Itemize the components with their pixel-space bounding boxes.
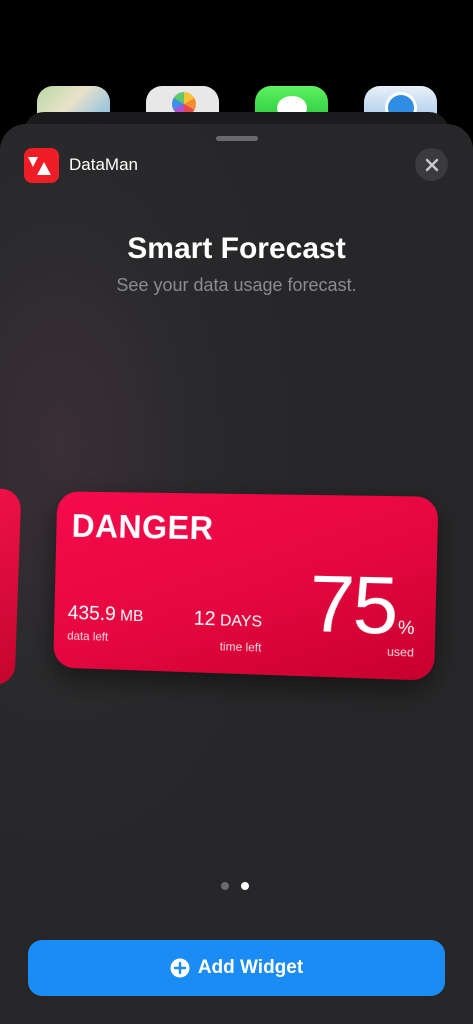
- time-left-label: time left: [193, 639, 262, 655]
- data-left-label: data left: [67, 629, 143, 645]
- previous-widget-preview[interactable]: [0, 487, 21, 686]
- page-dot-1[interactable]: [221, 882, 229, 890]
- add-widget-label: Add Widget: [198, 957, 303, 979]
- time-left-value: 12: [193, 608, 215, 631]
- app-header: DataMan: [24, 148, 138, 182]
- dataman-logo-icon: [24, 148, 59, 183]
- used-percent-sign: %: [398, 617, 415, 639]
- sheet-grabber[interactable]: [216, 136, 258, 141]
- time-left-unit: DAYS: [220, 612, 263, 630]
- widget-description: See your data usage forecast.: [0, 275, 473, 296]
- page-indicator[interactable]: [221, 882, 249, 890]
- used-percent-block: 75 % used: [308, 568, 416, 660]
- used-percent-value: 75: [309, 568, 398, 643]
- usage-status: DANGER: [71, 507, 214, 547]
- widget-title: Smart Forecast: [0, 232, 473, 266]
- widget-gallery-sheet: DataMan Smart Forecast See your data usa…: [0, 124, 473, 1024]
- page-dot-2[interactable]: [241, 882, 249, 890]
- data-left-block: 435.9 MB data left: [67, 602, 144, 645]
- data-left-value: 435.9: [68, 602, 117, 625]
- data-left-unit: MB: [120, 608, 144, 625]
- app-name: DataMan: [69, 155, 138, 175]
- close-button[interactable]: [415, 148, 448, 181]
- widget-preview[interactable]: DANGER 435.9 MB data left 12 DAYS time l…: [53, 491, 438, 680]
- close-icon: [425, 158, 439, 172]
- time-left-block: 12 DAYS time left: [193, 608, 263, 655]
- add-widget-button[interactable]: Add Widget: [28, 940, 445, 996]
- plus-circle-icon: [170, 958, 190, 978]
